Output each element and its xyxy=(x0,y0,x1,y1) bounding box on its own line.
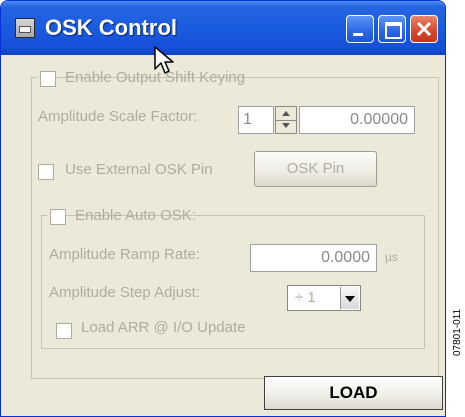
load-arr-label: Load ARR @ I/O Update xyxy=(81,319,246,336)
ramp-rate-unit: µs xyxy=(385,250,398,264)
maximize-button[interactable] xyxy=(378,15,406,43)
osk-group-legend: Enable Output Shift Keying xyxy=(37,69,245,87)
load-button[interactable]: LOAD xyxy=(264,376,443,410)
step-adjust-dropdown-button[interactable] xyxy=(340,287,359,309)
amplitude-scale-label: Amplitude Scale Factor: xyxy=(38,108,198,125)
step-adjust-select[interactable]: ÷ 1 xyxy=(287,285,361,311)
osk-pin-button[interactable]: OSK Pin xyxy=(254,151,377,187)
chevron-down-icon xyxy=(345,296,355,302)
window-icon xyxy=(15,18,35,38)
spinner-down[interactable] xyxy=(276,120,296,133)
close-button[interactable] xyxy=(410,15,438,43)
enable-osk-checkbox[interactable] xyxy=(40,71,56,87)
step-adjust-label: Amplitude Step Adjust: xyxy=(49,284,200,301)
spinner-up[interactable] xyxy=(276,107,296,121)
figure-id: 07801-011 xyxy=(452,308,463,356)
enable-auto-osk-checkbox[interactable] xyxy=(50,209,66,225)
enable-auto-osk-label: Enable Auto OSK: xyxy=(75,207,196,224)
auto-osk-group-legend: Enable Auto OSK: xyxy=(47,207,196,225)
load-arr-checkbox[interactable] xyxy=(56,323,72,339)
minimize-button[interactable] xyxy=(346,15,374,43)
step-adjust-value: ÷ 1 xyxy=(295,289,316,306)
ramp-rate-field[interactable]: 0.0000 xyxy=(250,244,377,272)
osk-control-window: OSK Control Enable Output Shift Keying A… xyxy=(0,0,446,417)
amplitude-scale-step-field[interactable]: 1 xyxy=(238,106,274,134)
amplitude-scale-step: 1 xyxy=(243,111,252,128)
title-bar[interactable]: OSK Control xyxy=(1,1,445,55)
use-external-osk-label: Use External OSK Pin xyxy=(65,161,213,178)
window-title: OSK Control xyxy=(45,15,177,40)
mouse-cursor-icon xyxy=(154,46,174,74)
ramp-rate-label: Amplitude Ramp Rate: xyxy=(49,246,200,263)
close-icon xyxy=(416,21,432,37)
amplitude-scale-spinner[interactable] xyxy=(275,106,297,134)
spin-down-icon xyxy=(282,123,290,128)
amplitude-scale-value-field[interactable]: 0.00000 xyxy=(299,106,415,134)
use-external-osk-checkbox[interactable] xyxy=(38,164,54,180)
spin-up-icon xyxy=(282,111,290,116)
